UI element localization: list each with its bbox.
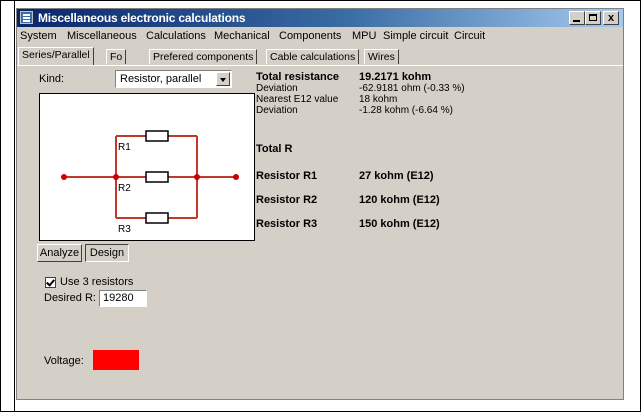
voltage-color-swatch[interactable] bbox=[93, 350, 139, 370]
deviation-label: Deviation bbox=[256, 83, 298, 94]
nearest-e12-value: 18 kohm bbox=[359, 94, 398, 105]
minimize-icon bbox=[573, 20, 580, 22]
resistor-r2-symbol bbox=[145, 171, 169, 183]
title-bar[interactable]: Miscellaneous electronic calculations x bbox=[17, 9, 623, 27]
tab-cable-calculations[interactable]: Cable calculations bbox=[266, 49, 360, 64]
r1-label: R1 bbox=[118, 142, 131, 153]
maximize-button[interactable] bbox=[585, 11, 601, 25]
resistor-r1-symbol bbox=[145, 130, 169, 142]
tab-fo[interactable]: Fo bbox=[106, 49, 127, 64]
menu-components[interactable]: Components bbox=[279, 30, 341, 42]
deviation-value: -62.9181 ohm (-0.33 %) bbox=[359, 83, 465, 94]
resistor-r2-label: Resistor R2 bbox=[256, 194, 318, 206]
circuit-diagram: R1 R2 R3 bbox=[39, 93, 255, 241]
menu-calculations[interactable]: Calculations bbox=[146, 30, 206, 42]
desired-r-input[interactable]: 19280 bbox=[99, 290, 147, 307]
app-window: Miscellaneous electronic calculations x … bbox=[16, 8, 624, 400]
design-button[interactable]: Design bbox=[85, 244, 129, 262]
page-divider bbox=[14, 0, 15, 412]
tab-strip: Series/Parallel Fo Prefered components C… bbox=[17, 47, 623, 65]
terminal-right-node bbox=[233, 174, 239, 180]
app-icon bbox=[20, 11, 33, 24]
menu-circuit[interactable]: Circuit bbox=[454, 30, 485, 42]
tab-series-parallel[interactable]: Series/Parallel bbox=[18, 47, 94, 65]
junction-right-node bbox=[194, 174, 200, 180]
minimize-button[interactable] bbox=[569, 11, 585, 25]
resistor-r3-value: 150 kohm (E12) bbox=[359, 218, 440, 230]
resistor-r3-symbol bbox=[145, 212, 169, 224]
total-resistance-label: Total resistance bbox=[256, 71, 339, 83]
resistor-r3-label: Resistor R3 bbox=[256, 218, 318, 230]
r3-label: R3 bbox=[118, 224, 131, 235]
terminal-left-node bbox=[61, 174, 67, 180]
menu-miscellaneous[interactable]: Miscellaneous bbox=[67, 30, 137, 42]
resistor-r1-label: Resistor R1 bbox=[256, 170, 318, 182]
menu-simple-circuit[interactable]: Simple circuit bbox=[383, 30, 448, 42]
circuit-svg: R1 R2 R3 bbox=[61, 130, 239, 235]
tab-prefered-components[interactable]: Prefered components bbox=[149, 49, 258, 64]
close-button[interactable]: x bbox=[603, 11, 619, 25]
use-resistors-label: Use 3 resistors bbox=[60, 276, 134, 288]
check-icon bbox=[46, 277, 55, 287]
maximize-icon bbox=[589, 14, 597, 21]
analyze-button[interactable]: Analyze bbox=[37, 244, 82, 262]
kind-select[interactable]: Resistor, parallel bbox=[115, 70, 232, 88]
nearest-e12-label: Nearest E12 value bbox=[256, 94, 339, 105]
resistor-r1-value: 27 kohm (E12) bbox=[359, 170, 434, 182]
r2-label: R2 bbox=[118, 183, 131, 194]
menu-mechanical[interactable]: Mechanical bbox=[214, 30, 270, 42]
deviation2-label: Deviation bbox=[256, 105, 298, 116]
kind-label: Kind: bbox=[39, 73, 65, 85]
window-title: Miscellaneous electronic calculations bbox=[38, 11, 246, 25]
menu-system[interactable]: System bbox=[20, 30, 57, 42]
deviation2-value: -1.28 kohm (-6.64 %) bbox=[359, 105, 453, 116]
junction-left-node bbox=[113, 174, 119, 180]
use-resistors-checkbox[interactable] bbox=[45, 277, 56, 288]
total-r-label: Total R bbox=[256, 143, 293, 155]
total-resistance-value: 19.2171 kohm bbox=[359, 71, 432, 83]
tab-panel-border bbox=[17, 65, 623, 66]
chevron-down-icon[interactable] bbox=[216, 72, 230, 86]
desired-r-label: Desired R: bbox=[44, 292, 96, 304]
menu-mpu[interactable]: MPU bbox=[352, 30, 376, 42]
resistor-r2-value: 120 kohm (E12) bbox=[359, 194, 440, 206]
kind-select-value: Resistor, parallel bbox=[120, 73, 202, 85]
close-icon: x bbox=[607, 12, 615, 24]
tab-wires[interactable]: Wires bbox=[364, 49, 399, 64]
menu-bar: System Miscellaneous Calculations Mechan… bbox=[17, 28, 623, 45]
voltage-label: Voltage: bbox=[44, 355, 84, 367]
